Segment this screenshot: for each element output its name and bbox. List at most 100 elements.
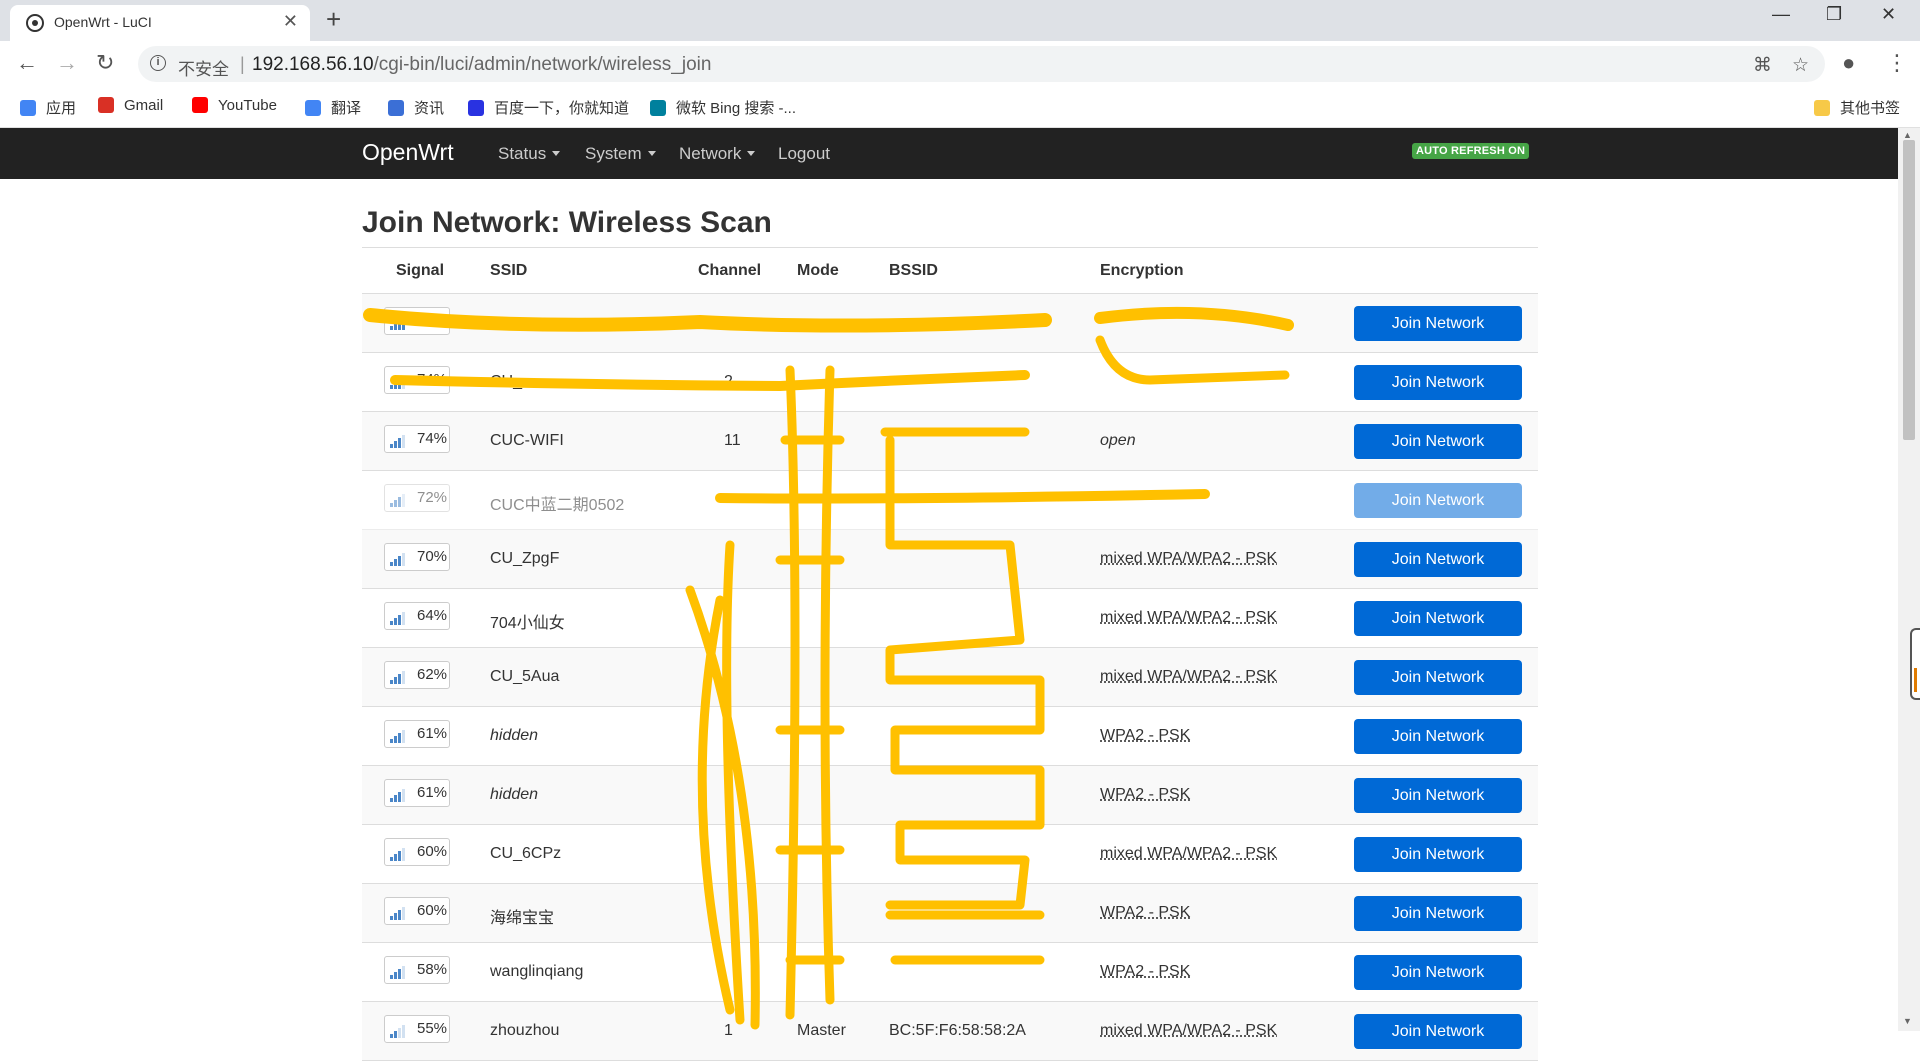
join-network-button[interactable]: Join Network — [1354, 719, 1522, 754]
join-network-button[interactable]: Join Network — [1354, 483, 1522, 518]
table-row: 60% CU_6CPz mixed WPA/WPA2 - PSK Join Ne… — [362, 825, 1538, 884]
signal-bar — [402, 671, 405, 684]
encryption-cell: WPA2 - PSK — [1100, 786, 1191, 803]
profile-avatar-icon[interactable]: ● — [1842, 50, 1855, 76]
table-row: 55% zhouzhou 1 Master BC:5F:F6:58:58:2A … — [362, 1002, 1538, 1061]
ssid-cell: hidden — [490, 727, 539, 744]
signal-bar — [390, 503, 393, 507]
join-network-button[interactable]: Join Network — [1354, 542, 1522, 577]
back-arrow-icon[interactable]: ← — [16, 50, 38, 76]
signal-bar — [394, 559, 397, 566]
signal-strength-icon — [390, 847, 408, 861]
signal-bar — [402, 966, 405, 979]
join-network-button[interactable]: Join Network — [1354, 424, 1522, 459]
signal-bar — [402, 1025, 405, 1038]
page-scrollbar[interactable]: ▲ ▼ — [1898, 128, 1920, 1031]
close-tab-icon[interactable]: ✕ — [283, 11, 298, 32]
signal-strength-icon — [390, 611, 408, 625]
table-row: 95% Join Network — [362, 294, 1538, 353]
join-network-button[interactable]: Join Network — [1354, 660, 1522, 695]
brand-logo[interactable]: OpenWrt — [362, 139, 454, 166]
signal-bar — [398, 320, 401, 330]
menu-system[interactable]: System — [585, 144, 656, 164]
encryption-cell: mixed WPA/WPA2 - PSK — [1100, 550, 1278, 567]
join-network-button[interactable]: Join Network — [1354, 778, 1522, 813]
minimize-button[interactable]: — — [1772, 4, 1790, 25]
bookmark-baidu[interactable]: 百度一下，你就知道 — [468, 97, 629, 118]
channel-cell: 11 — [724, 432, 741, 449]
signal-value: 70% — [417, 548, 448, 565]
signal-bar — [390, 444, 393, 448]
address-bar[interactable]: i 不安全 | 192.168.56.10/cgi-bin/luci/admin… — [138, 46, 1825, 82]
signal-bar — [394, 677, 397, 684]
join-network-button[interactable]: Join Network — [1354, 955, 1522, 990]
url-text[interactable]: 192.168.56.10/cgi-bin/luci/admin/network… — [252, 54, 711, 76]
signal-bar — [390, 1034, 393, 1038]
signal-strength-icon — [390, 552, 408, 566]
menu-logout[interactable]: Logout — [778, 144, 830, 164]
bookmark-youtube[interactable]: YouTube — [192, 97, 277, 114]
menu-status[interactable]: Status — [498, 144, 561, 164]
join-network-button[interactable]: Join Network — [1354, 306, 1522, 341]
signal-badge: 70% — [384, 543, 450, 571]
apps-grid-icon — [20, 100, 36, 116]
translate-page-icon[interactable]: ⌘ — [1753, 54, 1772, 77]
table-row: 60% 海绵宝宝 WPA2 - PSK Join Network — [362, 884, 1538, 943]
join-network-button[interactable]: Join Network — [1354, 365, 1522, 400]
side-panel-handle[interactable] — [1910, 628, 1920, 700]
ssid-cell: CU_ — [490, 373, 523, 390]
signal-bar — [394, 500, 397, 507]
signal-bar — [398, 615, 401, 625]
bookmark-news[interactable]: 资讯 — [388, 97, 444, 118]
other-bookmarks[interactable]: 其他书签 — [1814, 97, 1900, 118]
scroll-down-arrow-icon[interactable]: ▼ — [1903, 1016, 1912, 1026]
menu-network[interactable]: Network — [679, 144, 756, 164]
auto-refresh-badge[interactable]: AUTO REFRESH ON — [1412, 143, 1530, 159]
bookmark-label: Gmail — [124, 97, 164, 114]
bookmark-label: 翻译 — [331, 100, 362, 117]
signal-bar — [394, 972, 397, 979]
encryption-cell: WPA2 - PSK — [1100, 727, 1191, 744]
bookmark-star-icon[interactable]: ☆ — [1792, 54, 1809, 77]
bing-icon — [650, 100, 666, 116]
scroll-thumb[interactable] — [1903, 140, 1915, 440]
signal-bar — [394, 854, 397, 861]
bookmark-bing[interactable]: 微软 Bing 搜索 -... — [650, 97, 796, 118]
menu-kebab-icon[interactable]: ⋮ — [1886, 50, 1908, 76]
signal-bar — [402, 848, 405, 861]
ssid-cell: CU_ZpgF — [490, 550, 560, 567]
openwrt-favicon-icon — [26, 14, 44, 32]
ssid-cell: CUC中蓝二期0502 — [490, 497, 625, 514]
signal-bar — [402, 435, 405, 448]
signal-badge: 55% — [384, 1015, 450, 1043]
header-encryption: Encryption — [1100, 262, 1184, 279]
bookmark-translate[interactable]: 翻译 — [305, 97, 361, 118]
bookmark-apps[interactable]: 应用 — [20, 97, 76, 118]
url-path: /cgi-bin/luci/admin/network/wireless_joi… — [373, 54, 712, 75]
new-tab-button[interactable]: + — [326, 4, 341, 35]
ssid-cell: CU_6CPz — [490, 845, 562, 862]
scroll-up-arrow-icon[interactable]: ▲ — [1903, 130, 1912, 140]
forward-arrow-icon[interactable]: → — [56, 50, 78, 76]
close-window-button[interactable]: ✕ — [1881, 4, 1896, 25]
signal-bar — [402, 376, 405, 389]
join-network-button[interactable]: Join Network — [1354, 896, 1522, 931]
signal-strength-icon — [390, 434, 408, 448]
table-row: 74% CU_ 2 Join Network — [362, 353, 1538, 412]
join-network-button[interactable]: Join Network — [1354, 837, 1522, 872]
signal-bar — [398, 792, 401, 802]
menu-label: Network — [679, 144, 742, 163]
reload-icon[interactable]: ↻ — [96, 50, 114, 76]
encryption-cell: mixed WPA/WPA2 - PSK — [1100, 668, 1278, 685]
table-header: Signal SSID Channel Mode BSSID Encryptio… — [362, 247, 1538, 294]
bookmark-gmail[interactable]: Gmail — [98, 97, 163, 114]
join-network-button[interactable]: Join Network — [1354, 601, 1522, 636]
signal-bar — [394, 323, 397, 330]
maximize-button[interactable]: ❐ — [1826, 4, 1842, 25]
signal-bar — [402, 553, 405, 566]
encryption-cell: mixed WPA/WPA2 - PSK — [1100, 1022, 1278, 1039]
signal-strength-icon — [390, 375, 408, 389]
info-icon[interactable]: i — [150, 55, 166, 71]
browser-tab[interactable]: OpenWrt - LuCI ✕ — [10, 5, 310, 41]
join-network-button[interactable]: Join Network — [1354, 1014, 1522, 1049]
